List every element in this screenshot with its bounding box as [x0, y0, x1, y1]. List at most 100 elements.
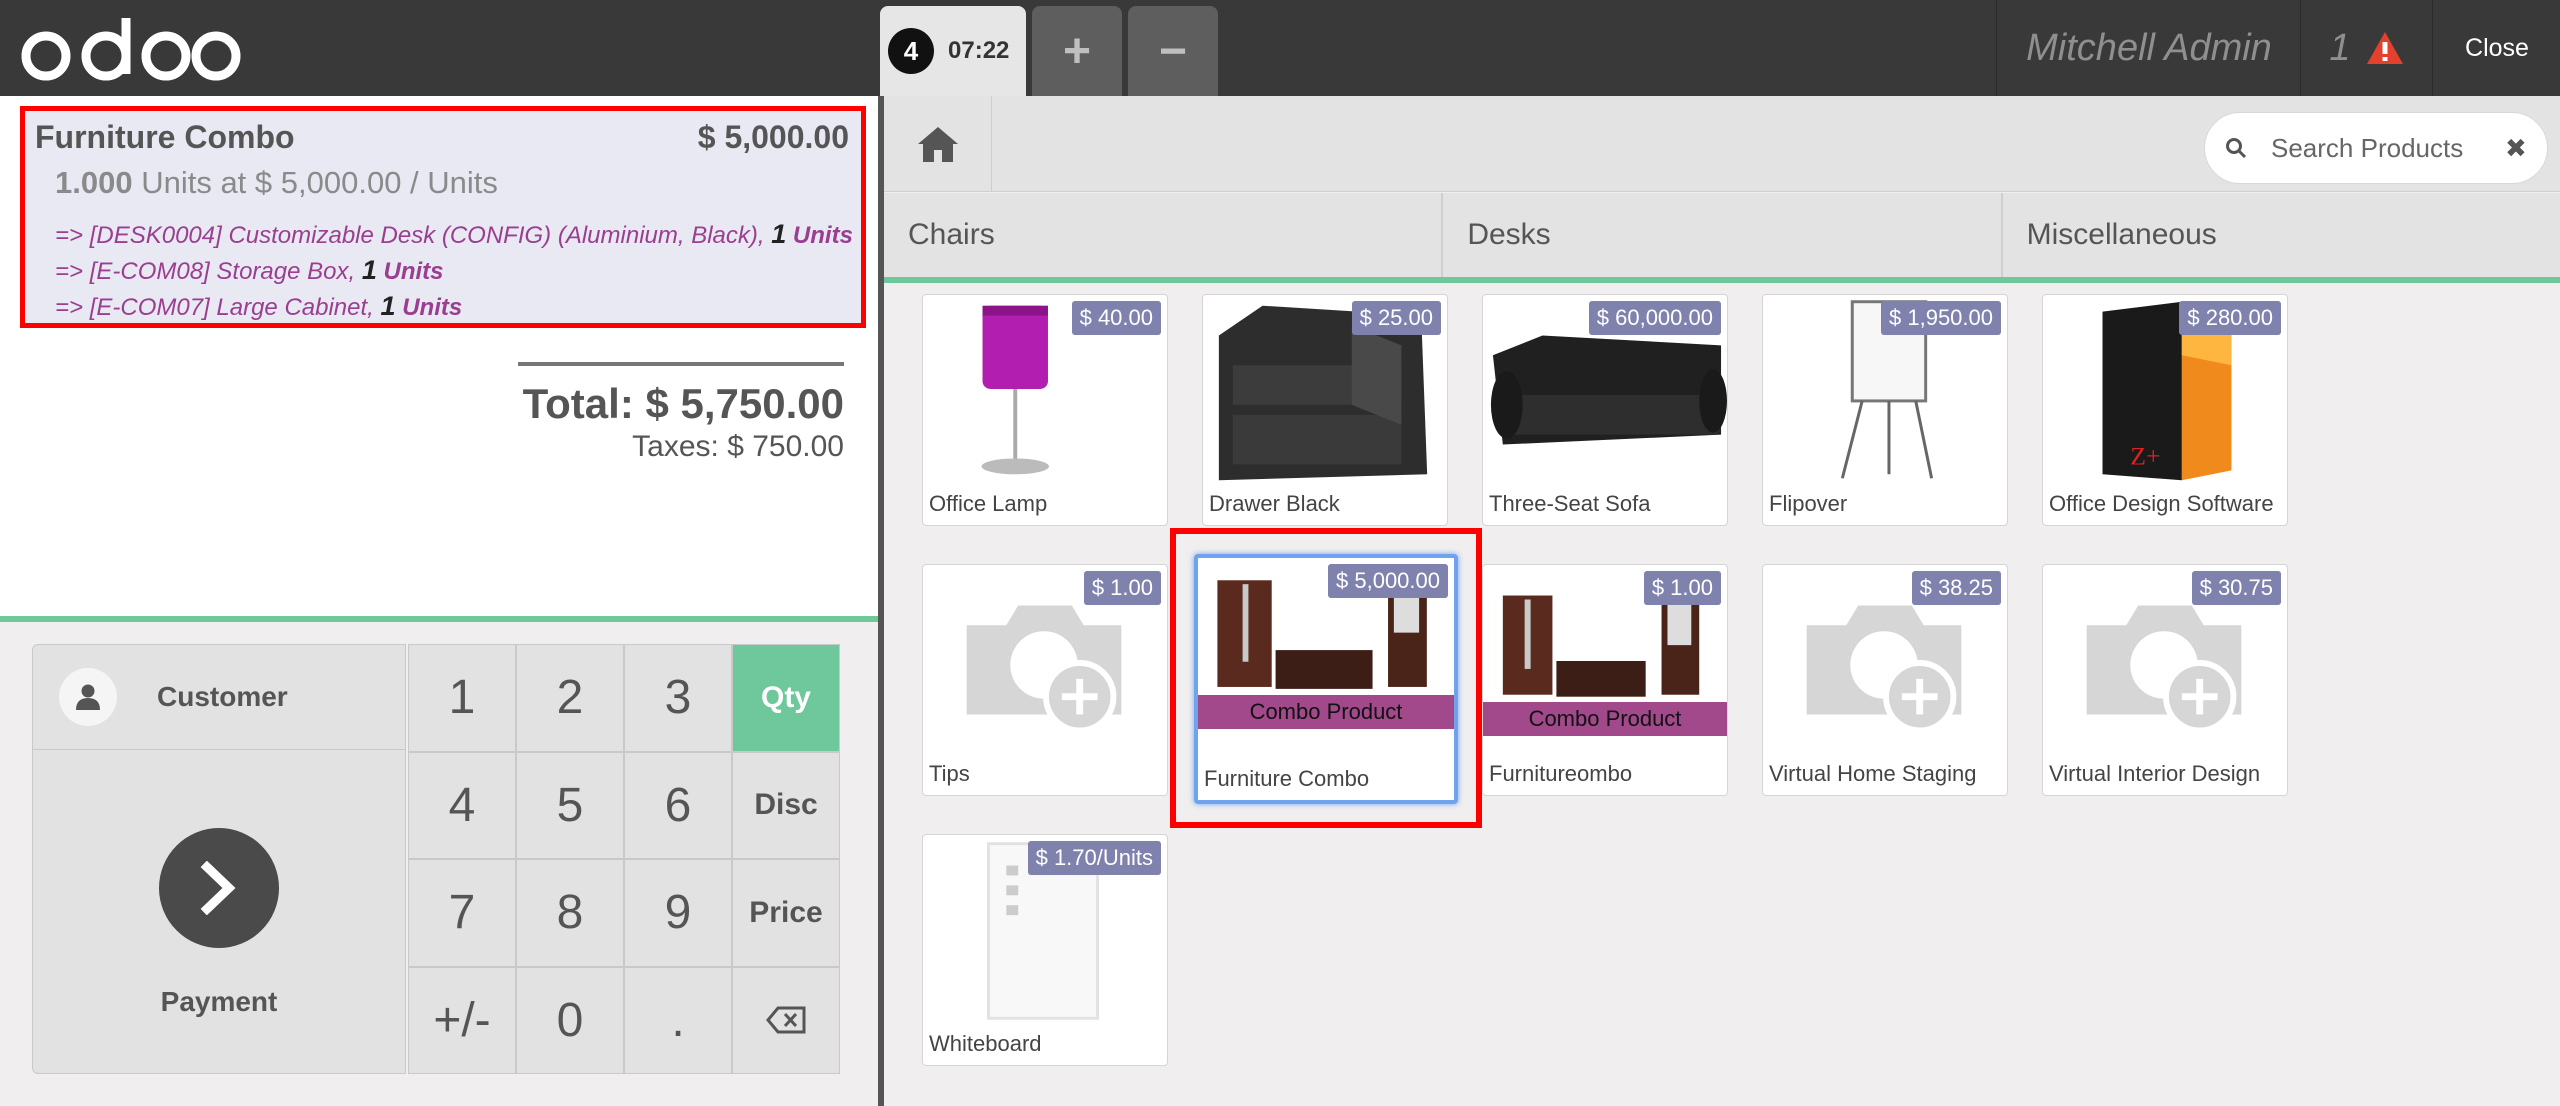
notification-count: 1 — [2329, 26, 2351, 69]
product-card[interactable]: $ 1.00 Tips — [922, 564, 1168, 796]
numpad-key-8[interactable]: 8 — [516, 859, 624, 967]
payment-label: Payment — [160, 986, 278, 1017]
top-bar: 4 07:22 + − Mitchell Admin 1 Close — [0, 0, 2560, 96]
product-name: Virtual Home Staging — [1769, 761, 1977, 786]
mode-discount-button[interactable]: Disc — [732, 751, 840, 859]
product-price: $ 60,000.00 — [1588, 301, 1721, 335]
combo-item-unit: Units — [792, 222, 853, 249]
product-price: $ 1,950.00 — [1881, 301, 2001, 335]
product-price: $ 25.00 — [1351, 301, 1441, 335]
order-line-price: $ 5,000.00 — [697, 119, 849, 155]
product-name: Drawer Black — [1209, 491, 1340, 516]
product-card-furniture-combo[interactable]: Combo Product $ 5,000.00 Furniture Combo — [1194, 554, 1458, 804]
clear-search-icon[interactable]: ✖ — [2505, 133, 2527, 164]
numpad-key-plus-minus[interactable]: +/- — [408, 966, 516, 1074]
user-icon — [59, 668, 117, 726]
category-miscellaneous[interactable]: Miscellaneous — [2003, 193, 2560, 277]
product-price: $ 1.00 — [1083, 571, 1161, 605]
product-card[interactable]: $ 38.25 Virtual Home Staging — [1762, 564, 2008, 796]
header-divider — [1996, 0, 1997, 96]
product-name: Furniture Combo — [1204, 766, 1370, 791]
numpad-key-3[interactable]: 3 — [624, 644, 732, 752]
combo-item-qty: 1 — [380, 291, 396, 321]
order-tab[interactable]: 4 07:22 — [880, 6, 1026, 96]
order-taxes: Taxes: $ 750.00 — [632, 430, 844, 463]
remove-order-button[interactable]: − — [1128, 6, 1218, 96]
product-name: Office Lamp — [929, 491, 1048, 516]
home-icon[interactable] — [884, 96, 992, 192]
backspace-icon[interactable] — [732, 966, 840, 1074]
numpad-key-decimal[interactable]: . — [624, 966, 732, 1074]
product-name: Flipover — [1769, 491, 1848, 516]
product-price: $ 1.70/Units — [1027, 841, 1161, 875]
product-card[interactable]: Combo Product $ 1.00 Furnitureombo — [1482, 564, 1728, 796]
numpad-key-6[interactable]: 6 — [624, 751, 732, 859]
numpad-key-1[interactable]: 1 — [408, 644, 516, 752]
product-price: $ 40.00 — [1071, 301, 1161, 335]
product-card[interactable]: Z+ $ 280.00 Office Design Software — [2042, 294, 2288, 526]
numpad-key-4[interactable]: 4 — [408, 751, 516, 859]
order-line-product-name: Furniture Combo — [35, 119, 295, 155]
control-panel: Customer Payment 1 2 3 Qty 4 5 6 Disc 7 … — [0, 616, 878, 1106]
add-order-button[interactable]: + — [1032, 6, 1122, 96]
order-line-info: 1.000 Units at $ 5,000.00 / Units — [55, 165, 498, 201]
combo-item-text: => [DESK0004] Customizable Desk (CONFIG)… — [55, 222, 765, 249]
search-input[interactable] — [2271, 132, 2491, 164]
combo-item-text: => [E-COM07] Large Cabinet, — [55, 294, 374, 321]
product-price: $ 280.00 — [2179, 301, 2281, 335]
product-name: Virtual Interior Design — [2049, 761, 2261, 786]
combo-item-qty: 1 — [361, 255, 377, 285]
payment-button[interactable]: Payment — [32, 750, 406, 1074]
product-card[interactable]: $ 1,950.00 Flipover — [1762, 294, 2008, 526]
warning-icon — [2366, 32, 2403, 64]
odoo-logo — [21, 18, 241, 81]
product-price: $ 30.75 — [2191, 571, 2281, 605]
numpad-key-9[interactable]: 9 — [624, 859, 732, 967]
combo-ribbon: Combo Product — [1483, 702, 1727, 736]
svg-text:Z+: Z+ — [2130, 441, 2160, 470]
combo-item-line: => [E-COM08] Storage Box, 1 Units — [55, 255, 444, 286]
product-price: $ 38.25 — [1911, 571, 2001, 605]
numpad-key-0[interactable]: 0 — [516, 966, 624, 1074]
header-divider — [2432, 0, 2433, 96]
category-bar: Chairs Desks Miscellaneous — [884, 193, 2560, 283]
product-card[interactable]: $ 60,000.00 Three-Seat Sofa — [1482, 294, 1728, 526]
order-line-unit-info: Units at $ 5,000.00 / Units — [141, 165, 498, 200]
close-button[interactable]: Close — [2434, 0, 2560, 96]
category-desks[interactable]: Desks — [1443, 193, 2003, 277]
cashier-name[interactable]: Mitchell Admin — [1998, 0, 2300, 96]
product-screen: ✖ Chairs Desks Miscellaneous $ 40.00 Off… — [878, 96, 2560, 1106]
order-number-badge: 4 — [888, 28, 934, 74]
chevron-right-icon — [159, 828, 279, 948]
combo-ribbon: Combo Product — [1198, 695, 1454, 729]
product-card[interactable]: $ 30.75 Virtual Interior Design — [2042, 564, 2288, 796]
numpad-key-5[interactable]: 5 — [516, 751, 624, 859]
combo-item-line: => [DESK0004] Customizable Desk (CONFIG)… — [55, 219, 853, 250]
order-line-selected[interactable]: Furniture Combo $ 5,000.00 1.000 Units a… — [20, 106, 866, 328]
search-icon — [2226, 138, 2247, 159]
numpad-key-7[interactable]: 7 — [408, 859, 516, 967]
product-price: $ 1.00 — [1643, 571, 1721, 605]
combo-item-qty: 1 — [771, 219, 787, 249]
combo-item-unit: Units — [383, 258, 444, 285]
combo-item-text: => [E-COM08] Storage Box, — [55, 258, 356, 285]
product-name: Whiteboard — [929, 1031, 1042, 1056]
mode-qty-button[interactable]: Qty — [732, 644, 840, 752]
mode-price-button[interactable]: Price — [732, 859, 840, 967]
product-card[interactable]: $ 25.00 Drawer Black — [1202, 294, 1448, 526]
category-chairs[interactable]: Chairs — [884, 193, 1444, 277]
order-total: Total: $ 5,750.00 — [522, 380, 844, 427]
header-divider — [2300, 0, 2301, 96]
product-card[interactable]: $ 1.70/Units Whiteboard — [922, 834, 1168, 1066]
sync-notification[interactable]: 1 — [2302, 0, 2432, 96]
numpad-key-2[interactable]: 2 — [516, 644, 624, 752]
combo-item-unit: Units — [402, 294, 463, 321]
customer-button[interactable]: Customer — [32, 644, 406, 750]
product-price: $ 5,000.00 — [1328, 564, 1448, 598]
product-name: Furnitureombo — [1489, 761, 1633, 786]
search-box: ✖ — [2204, 112, 2548, 184]
product-name: Tips — [929, 761, 970, 786]
product-name: Three-Seat Sofa — [1489, 491, 1651, 516]
numpad: 1 2 3 Qty 4 5 6 Disc 7 8 9 Price +/- 0 . — [408, 644, 842, 1074]
product-card[interactable]: $ 40.00 Office Lamp — [922, 294, 1168, 526]
